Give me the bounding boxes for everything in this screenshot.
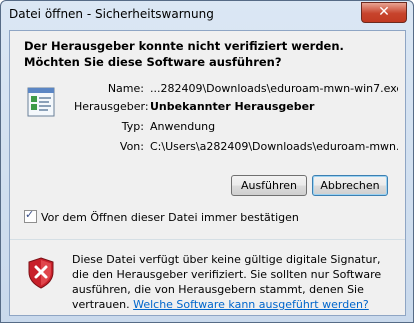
security-warning-dialog: Datei öffnen - Sicherheitswarnung ✕ Der … xyxy=(0,0,414,323)
dialog-content: Der Herausgeber konnte nicht verifiziert… xyxy=(9,30,406,316)
detail-row-from: Von: C:\Users\a282409\Downloads\eduroam-… xyxy=(10,140,407,156)
detail-value: Anwendung xyxy=(150,120,216,133)
confirm-checkbox[interactable]: ✓ xyxy=(24,208,37,223)
checkmark-icon: ✓ xyxy=(25,208,35,221)
detail-label: Typ: xyxy=(121,120,144,133)
confirm-checkbox-row[interactable]: ✓ Vor dem Öffnen dieser Datei immer bestä… xyxy=(24,208,299,224)
signature-warning-text: Diese Datei verfügt über keine gültige d… xyxy=(72,252,398,312)
title-bar[interactable]: Datei öffnen - Sicherheitswarnung ✕ xyxy=(1,1,413,29)
detail-label: Name: xyxy=(107,82,144,95)
divider xyxy=(10,239,405,240)
window-title: Datei öffnen - Sicherheitswarnung xyxy=(9,7,214,21)
security-shield-icon xyxy=(28,257,54,289)
detail-label: Herausgeber: xyxy=(74,100,149,113)
confirm-checkbox-label[interactable]: Vor dem Öffnen dieser Datei immer bestät… xyxy=(41,211,299,224)
help-link[interactable]: Welche Software kann ausgeführt werden? xyxy=(133,298,369,311)
detail-value: Unbekannter Herausgeber xyxy=(150,100,315,113)
detail-row-name: Name: ...282409\Downloads\eduroam-mwn-wi… xyxy=(10,82,407,98)
detail-value: ...282409\Downloads\eduroam-mwn-win7.exe xyxy=(150,82,398,95)
cancel-button[interactable]: Abbrechen xyxy=(312,175,388,196)
close-button[interactable]: ✕ xyxy=(361,2,407,23)
detail-row-publisher: Herausgeber: Unbekannter Herausgeber xyxy=(10,100,407,116)
dialog-heading: Der Herausgeber konnte nicht verifiziert… xyxy=(24,39,344,69)
run-button[interactable]: Ausführen xyxy=(231,175,307,196)
detail-row-type: Typ: Anwendung xyxy=(10,120,407,136)
detail-label: Von: xyxy=(119,140,144,153)
detail-value: C:\Users\a282409\Downloads\eduroam-mwn..… xyxy=(150,140,398,153)
